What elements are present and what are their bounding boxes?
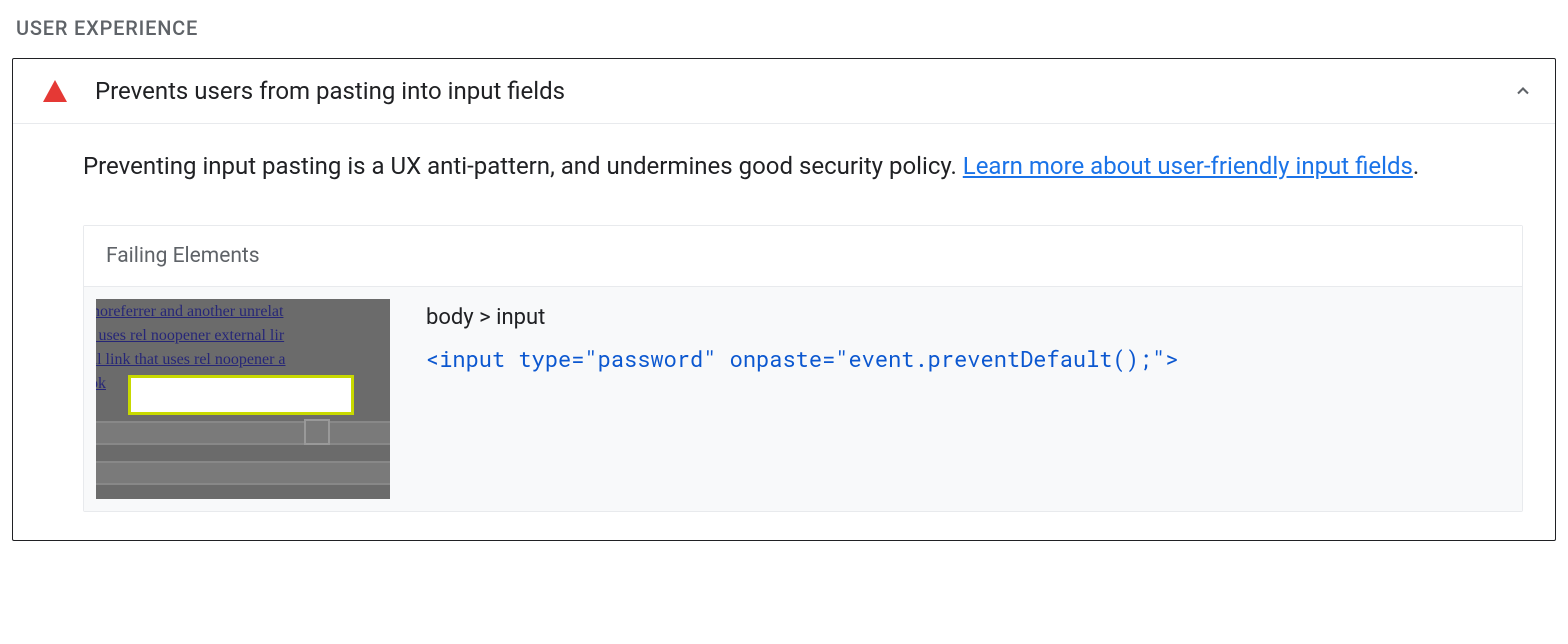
audit-body: Preventing input pasting is a UX anti-pa… xyxy=(13,124,1555,540)
element-snippet: <input type="password" onpaste="event.pr… xyxy=(426,344,1510,373)
element-selector: body > input xyxy=(426,305,1510,330)
failing-elements-header: Failing Elements xyxy=(84,226,1522,287)
element-thumbnail: noreferrer and another unrelat t uses re… xyxy=(96,299,390,499)
thumb-text: al link that uses rel noopener a xyxy=(96,351,286,369)
audit-description: Preventing input pasting is a UX anti-pa… xyxy=(83,148,1523,185)
audit-title: Prevents users from pasting into input f… xyxy=(95,77,1513,105)
thumb-row xyxy=(96,461,390,485)
thumb-highlight-box xyxy=(128,375,354,415)
thumb-row xyxy=(96,421,390,445)
audit-card: Prevents users from pasting into input f… xyxy=(12,58,1556,541)
thumb-text: noreferrer and another unrelat xyxy=(96,303,283,321)
warning-triangle-icon xyxy=(43,80,67,102)
description-text: Preventing input pasting is a UX anti-pa… xyxy=(83,152,963,180)
chevron-up-icon xyxy=(1513,81,1533,101)
description-period: . xyxy=(1413,152,1419,180)
section-header: USER EXPERIENCE xyxy=(12,16,1556,40)
thumb-text: ok xyxy=(96,375,106,393)
thumb-text: t uses rel noopener external lir xyxy=(96,327,284,345)
element-info: body > input <input type="password" onpa… xyxy=(426,299,1510,499)
thumb-image-icon xyxy=(304,419,330,445)
audit-summary-row[interactable]: Prevents users from pasting into input f… xyxy=(13,59,1555,124)
failing-element-row: noreferrer and another unrelat t uses re… xyxy=(84,287,1522,511)
learn-more-link[interactable]: Learn more about user-friendly input fie… xyxy=(963,152,1413,180)
failing-elements-box: Failing Elements noreferrer and another … xyxy=(83,225,1523,512)
